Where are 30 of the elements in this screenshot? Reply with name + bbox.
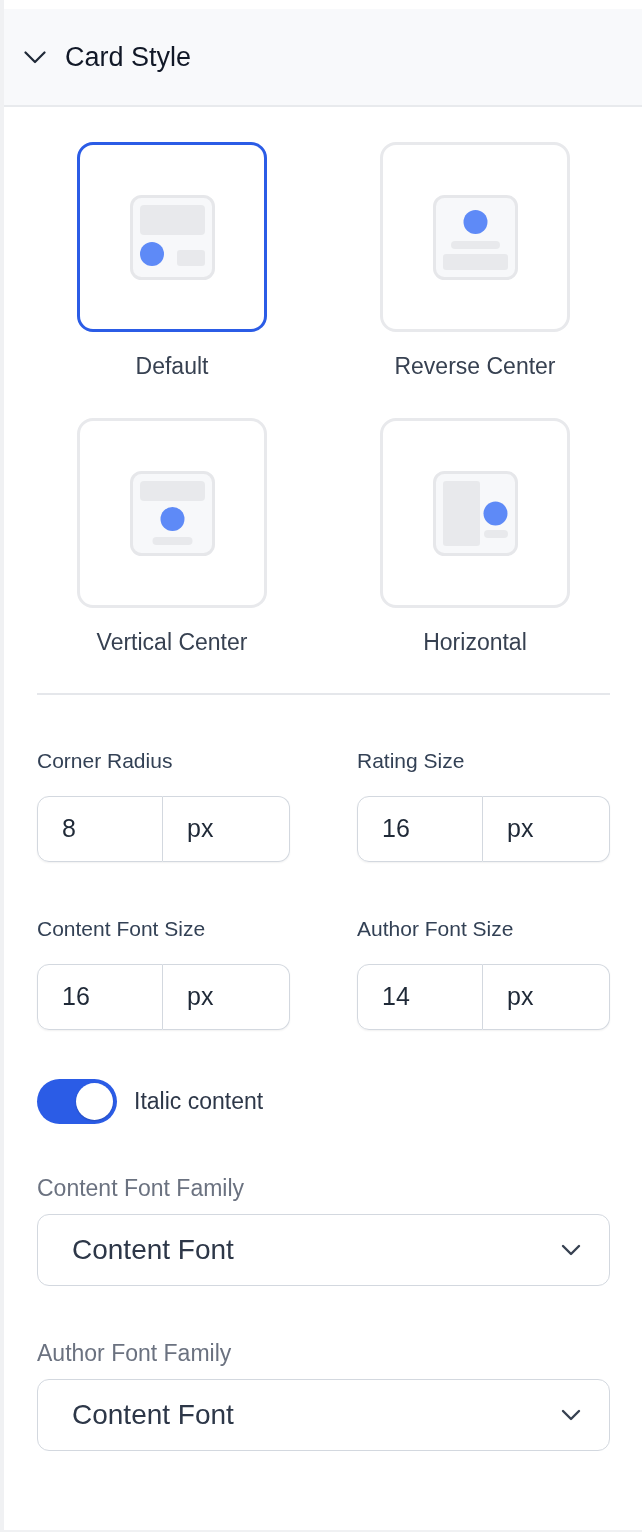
layout-label: Reverse Center (394, 352, 556, 381)
card-layout-icon (129, 194, 215, 280)
layout-label: Horizontal (423, 628, 527, 657)
number-input[interactable]: 8 (37, 796, 163, 862)
layout-option[interactable] (77, 142, 267, 332)
chevron-down-icon (561, 1409, 581, 1421)
number-input[interactable]: 16 (357, 796, 483, 862)
card-layout-icon (432, 470, 518, 556)
field-label: Rating Size (357, 748, 466, 774)
number-input[interactable]: 14 (357, 964, 483, 1030)
font-select[interactable]: Content Font (37, 1379, 610, 1451)
unit-addon: px (163, 796, 290, 862)
field-label: Author Font Family (37, 1339, 233, 1367)
field-label: Content Font Size (37, 916, 207, 942)
field-label: Author Font Size (357, 916, 515, 942)
unit-addon: px (163, 964, 290, 1030)
field-label: Corner Radius (37, 748, 174, 774)
card-layout-icon (432, 194, 518, 280)
accordion-header[interactable]: Card Style (4, 9, 642, 107)
chevron-down-icon (561, 1244, 581, 1256)
toggle-label: Italic content (134, 1087, 264, 1117)
font-select[interactable]: Content Font (37, 1214, 610, 1286)
layout-label: Default (135, 352, 209, 381)
number-input[interactable]: 16 (37, 964, 163, 1030)
layout-label: Vertical Center (96, 628, 248, 657)
unit-addon: px (483, 964, 610, 1030)
toggle-switch[interactable] (37, 1079, 117, 1124)
field-label: Content Font Family (37, 1174, 246, 1202)
unit-addon: px (483, 796, 610, 862)
card-layout-icon (129, 470, 215, 556)
